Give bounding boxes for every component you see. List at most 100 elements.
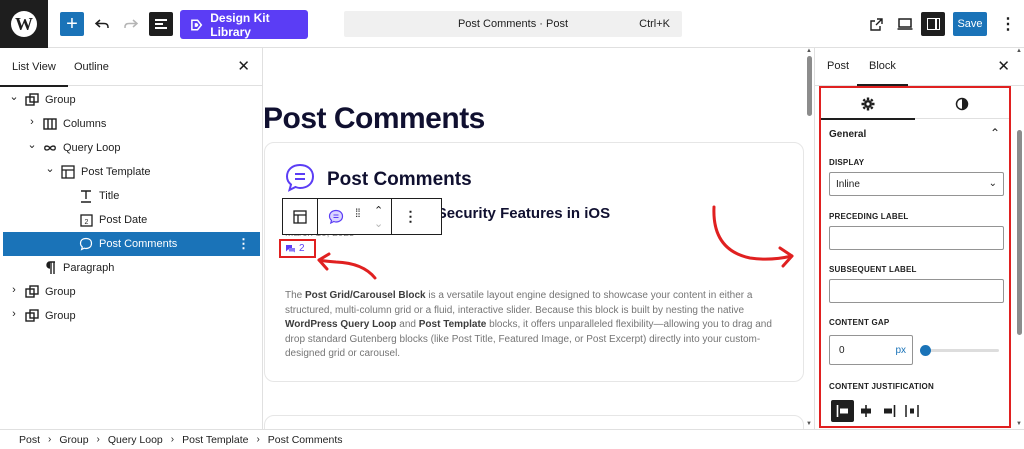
document-overview-button[interactable] <box>149 12 173 36</box>
list-view-item-group[interactable]: › Group <box>0 304 263 328</box>
breadcrumb-item-query-loop[interactable]: Query Loop <box>108 434 163 446</box>
list-view-item-post-template[interactable]: ⌄ Post Template <box>0 160 263 184</box>
redo-button[interactable] <box>119 12 143 36</box>
command-palette-bar[interactable]: Post Comments · Post Ctrl+K <box>344 11 682 37</box>
justify-center-button[interactable] <box>854 400 877 422</box>
paragraph-icon <box>43 261 57 275</box>
shortcut-hint: Ctrl+K <box>639 18 670 30</box>
breadcrumb-item-post[interactable]: Post <box>19 434 40 446</box>
list-view-item-group[interactable]: ⌄ Group <box>0 88 263 112</box>
chevron-right-icon: › <box>170 434 175 445</box>
justify-right-icon <box>883 405 895 417</box>
block-breadcrumb: Post › Group › Query Loop › Post Template › Post… <box>0 429 1024 449</box>
content-gap-input[interactable]: 0 px <box>829 335 913 365</box>
list-view-item-label: Paragraph <box>63 262 115 274</box>
date-icon: 2 <box>79 213 93 227</box>
tab-block[interactable]: Block <box>857 60 908 86</box>
design-kit-library-button[interactable]: Design Kit Library <box>180 10 308 39</box>
settings-scrollbar[interactable] <box>1017 130 1022 335</box>
justify-left-button[interactable] <box>831 400 854 422</box>
subsequent-label-caption: SUBSEQUENT LABEL <box>829 265 917 274</box>
justify-left-icon <box>836 405 848 417</box>
scroll-up-arrow[interactable]: ▲ <box>806 48 812 54</box>
list-view-item-label: Group <box>45 94 76 106</box>
list-view-icon <box>155 17 167 31</box>
chevron-right-icon: › <box>256 434 260 445</box>
undo-icon <box>94 19 109 28</box>
settings-toggle-button[interactable] <box>921 12 945 36</box>
tab-list-view[interactable]: List View <box>0 61 68 87</box>
tab-settings[interactable] <box>821 88 915 120</box>
content-gap-unit[interactable]: px <box>895 345 906 356</box>
chevron-right-icon[interactable]: › <box>27 116 37 128</box>
list-view-item-paragraph[interactable]: Paragraph <box>0 256 263 280</box>
list-view-item-columns[interactable]: › Columns <box>0 112 263 136</box>
block-options-kebab-icon[interactable]: ⋮ <box>237 236 250 252</box>
close-icon[interactable]: ✕ <box>997 57 1010 75</box>
justify-center-icon <box>860 405 871 417</box>
wordpress-logo-button[interactable]: W <box>0 0 48 48</box>
group-icon <box>25 93 39 107</box>
wordpress-logo-icon: W <box>11 11 37 37</box>
chevron-down-icon[interactable]: ⌄ <box>45 162 55 175</box>
justify-space-between-button[interactable] <box>900 400 923 422</box>
sidebar-icon <box>926 18 940 30</box>
chevron-down-icon[interactable]: ⌄ <box>9 90 19 103</box>
list-view-item-post-date[interactable]: 2 Post Date <box>0 208 263 232</box>
document-title: Post Comments · Post <box>457 18 569 30</box>
list-view-item-label: Title <box>99 190 120 202</box>
settings-scroll-up-arrow[interactable]: ▲ <box>1016 48 1022 54</box>
chevron-right-icon[interactable]: › <box>9 308 19 320</box>
chevron-down-icon[interactable]: ⌄ <box>27 138 37 151</box>
group-icon <box>25 309 39 323</box>
tab-post[interactable]: Post <box>827 60 849 72</box>
editor-header: W + Design Kit Library Post Comments · P… <box>0 0 1024 48</box>
add-block-button[interactable]: + <box>60 12 84 36</box>
justify-space-between-icon <box>904 405 919 417</box>
justification-toggle-group <box>831 400 923 422</box>
list-view-item-label: Group <box>45 286 76 298</box>
list-view-item-label: Post Date <box>99 214 148 226</box>
list-view-item-label: Columns <box>63 118 107 130</box>
block-settings-highlight: General ⌃ DISPLAY Inline ⌄ PRECEDING LAB… <box>819 86 1011 428</box>
undo-button[interactable] <box>90 12 114 36</box>
tab-outline[interactable]: Outline <box>74 61 109 73</box>
save-button[interactable]: Save <box>953 12 987 36</box>
justify-right-button[interactable] <box>877 400 900 422</box>
inspector-subtabs <box>821 88 1009 120</box>
list-view-item-post-comments[interactable]: Post Comments ⋮ <box>3 232 260 256</box>
settings-scroll-down-arrow[interactable]: ▼ <box>1016 421 1022 427</box>
annotation-arrow-right <box>712 205 794 268</box>
list-view-item-label: Post Template <box>81 166 151 178</box>
display-select[interactable]: Inline ⌄ <box>829 172 1004 196</box>
content-justification-label: CONTENT JUSTIFICATION <box>829 382 934 391</box>
content-gap-slider-thumb[interactable] <box>920 345 931 356</box>
tab-styles[interactable] <box>915 88 1009 119</box>
subsequent-label-input[interactable] <box>829 279 1004 303</box>
preview-button[interactable] <box>893 12 917 36</box>
canvas-scroll-thumb[interactable] <box>807 56 812 116</box>
preceding-label-input[interactable] <box>829 226 1004 250</box>
options-button[interactable]: ⋮ <box>996 12 1020 36</box>
section-general-title[interactable]: General <box>829 129 866 140</box>
chevron-up-icon[interactable]: ⌃ <box>990 126 1000 140</box>
content-gap-slider-track[interactable] <box>925 349 999 352</box>
content-gap-label: CONTENT GAP <box>829 318 890 327</box>
chevron-right-icon[interactable]: › <box>9 284 19 296</box>
view-post-button[interactable] <box>864 12 888 36</box>
external-link-icon <box>869 17 883 31</box>
chevron-right-icon: › <box>48 434 52 445</box>
styles-icon <box>955 97 969 110</box>
chevron-right-icon: › <box>96 434 100 445</box>
breadcrumb-item-group[interactable]: Group <box>59 434 88 446</box>
breadcrumb-item-post-comments[interactable]: Post Comments <box>268 434 343 446</box>
comments-icon <box>79 237 93 251</box>
list-view-item-query-loop[interactable]: ⌄ Query Loop <box>0 136 263 160</box>
settings-tabs: Post Block ✕ <box>815 48 1024 86</box>
list-view-item-title[interactable]: Title <box>0 184 263 208</box>
breadcrumb-item-post-template[interactable]: Post Template <box>182 434 248 446</box>
close-icon[interactable]: ✕ <box>237 57 250 75</box>
scroll-down-arrow[interactable]: ▼ <box>806 421 812 427</box>
preceding-label-caption: PRECEDING LABEL <box>829 212 909 221</box>
list-view-item-group[interactable]: › Group <box>0 280 263 304</box>
